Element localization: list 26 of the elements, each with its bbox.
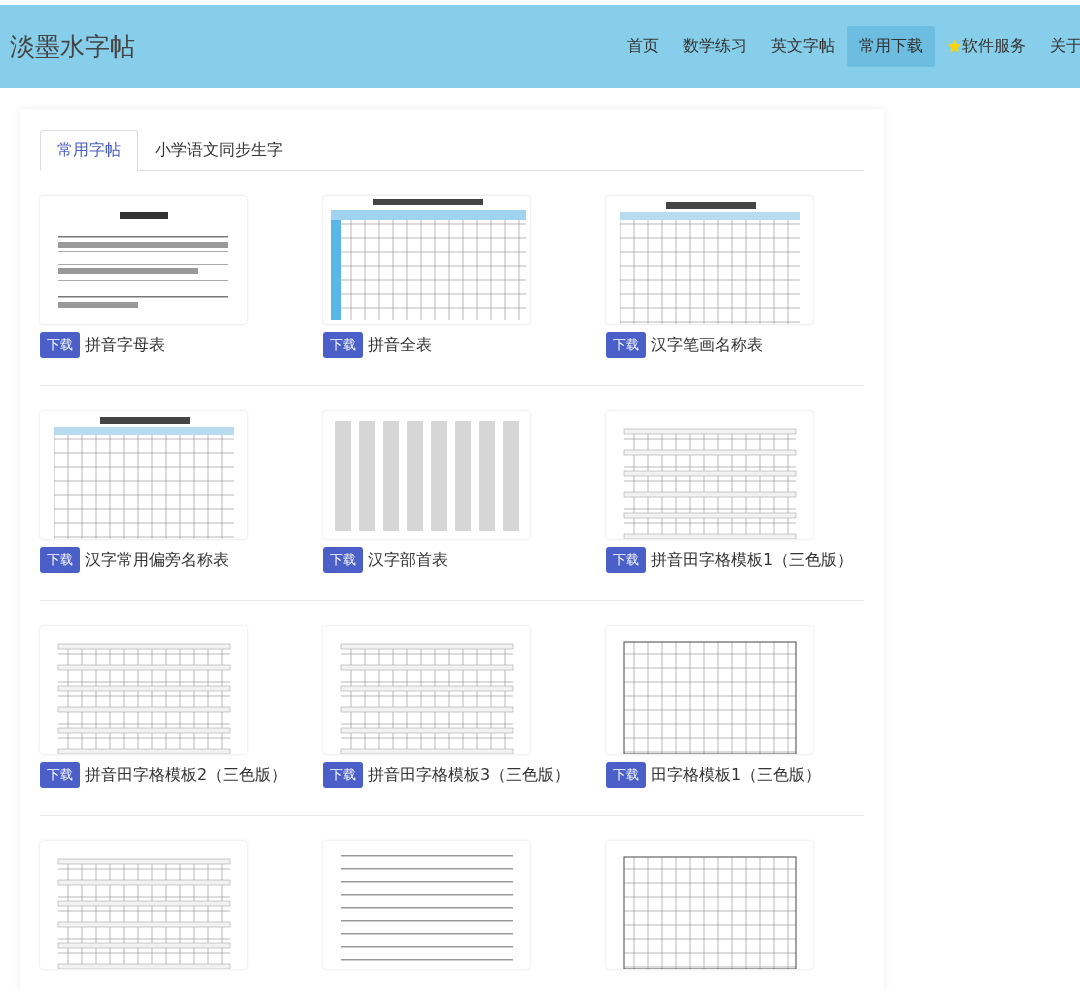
download-button[interactable]: 下载 [40,762,80,788]
document-title[interactable]: 拼音田字格模板1（三色版） [651,549,854,571]
nav-link[interactable]: 软件服务 [935,26,1038,67]
download-button[interactable]: 下载 [40,547,80,573]
document-title[interactable]: 田字格模板1（三色版） [651,764,822,786]
nav-link[interactable]: 常用下载 [847,26,935,67]
tab[interactable]: 常用字帖 [40,130,138,171]
download-button[interactable]: 下载 [40,332,80,358]
document-title[interactable]: 汉字常用偏旁名称表 [85,549,229,571]
nav-link[interactable]: 数学练习 [671,26,759,67]
download-button[interactable]: 下载 [323,762,363,788]
nav-link[interactable]: 英文字帖 [759,26,847,67]
document-title[interactable]: 拼音田字格模板2（三色版） [85,764,288,786]
download-button[interactable]: 下载 [323,547,363,573]
download-button[interactable]: 下载 [323,332,363,358]
tab[interactable]: 小学语文同步生字 [138,130,300,171]
download-button[interactable]: 下载 [606,547,646,573]
document-title[interactable]: 拼音田字格模板3（三色版） [368,764,571,786]
document-title[interactable]: 拼音字母表 [85,334,165,356]
download-button[interactable]: 下载 [606,332,646,358]
document-title[interactable]: 拼音全表 [368,334,432,356]
document-title[interactable]: 汉字部首表 [368,549,448,571]
site-title[interactable]: 淡墨水字帖 [10,30,135,63]
document-title[interactable]: 汉字笔画名称表 [651,334,763,356]
nav-link[interactable]: 首页 [615,26,671,67]
download-button[interactable]: 下载 [606,762,646,788]
